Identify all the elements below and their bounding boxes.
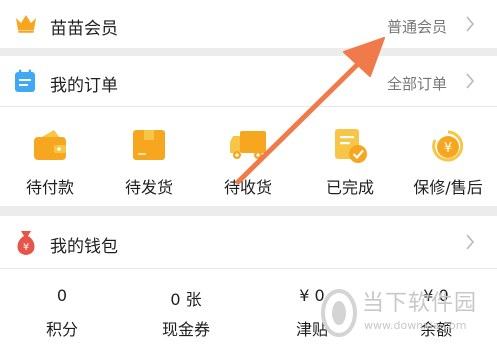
yen-refund-icon: ¥ <box>430 128 466 168</box>
crown-icon <box>14 13 38 37</box>
member-level: 普通会员 <box>386 18 447 36</box>
row-divider <box>0 106 497 107</box>
order-status-label: 待收货 <box>223 178 272 197</box>
orders-row[interactable]: 我的订单 全部订单 <box>0 56 497 106</box>
wallet-value: 0 张 <box>170 290 202 309</box>
section-divider <box>0 206 497 216</box>
order-status-label: 待发货 <box>124 178 173 197</box>
chevron-right-icon <box>465 73 475 93</box>
completed-document-icon <box>332 128 368 168</box>
order-status-to-receive[interactable]: 待收货 <box>198 108 298 204</box>
order-status-bar: 待付款 待发货 待收货 已完成 ¥ 保修/售后 <box>0 108 497 204</box>
member-row[interactable]: 苗苗会员 普通会员 <box>0 0 497 48</box>
wallet-label: 积分 <box>45 320 78 339</box>
calendar-icon <box>14 69 36 97</box>
order-status-pending-payment[interactable]: 待付款 <box>0 108 100 204</box>
money-bag-icon: ¥ <box>14 230 38 260</box>
order-status-label: 保修/售后 <box>413 178 483 197</box>
orders-title: 我的订单 <box>50 76 118 96</box>
package-box-icon <box>131 128 167 166</box>
wallet-cash-coupons[interactable]: 0 张 现金券 <box>136 272 236 351</box>
section-divider <box>0 48 497 56</box>
svg-text:¥: ¥ <box>444 141 452 156</box>
watermark-logo-icon <box>320 287 358 347</box>
wallet-points[interactable]: 0 积分 <box>12 272 112 351</box>
wallet-icon <box>32 128 68 166</box>
order-status-label: 待付款 <box>25 178 74 197</box>
svg-text:¥: ¥ <box>23 242 29 253</box>
delivery-truck-icon <box>228 128 268 166</box>
wallet-row[interactable]: ¥ 我的钱包 <box>0 216 497 268</box>
watermark-url: www.downxia.com <box>364 319 467 332</box>
wallet-title: 我的钱包 <box>50 237 118 257</box>
member-title: 苗苗会员 <box>50 19 118 39</box>
profile-page: 苗苗会员 普通会员 我的订单 全部订单 待付款 待发货 待收货 已完成 ¥ 保修… <box>0 0 497 351</box>
order-status-label: 已完成 <box>325 178 374 197</box>
wallet-value: 0 <box>56 286 68 305</box>
all-orders-link[interactable]: 全部订单 <box>387 73 447 94</box>
row-divider <box>0 268 497 269</box>
chevron-right-icon <box>465 16 475 36</box>
wallet-label: 现金券 <box>161 320 210 339</box>
order-status-completed[interactable]: 已完成 <box>300 108 400 204</box>
watermark-title: 当下软件园 <box>362 291 478 316</box>
chevron-right-icon <box>465 234 475 254</box>
order-status-after-sales[interactable]: ¥ 保修/售后 <box>399 108 497 204</box>
watermark: 当下软件园 www.downxia.com <box>318 283 497 351</box>
order-status-to-ship[interactable]: 待发货 <box>99 108 199 204</box>
